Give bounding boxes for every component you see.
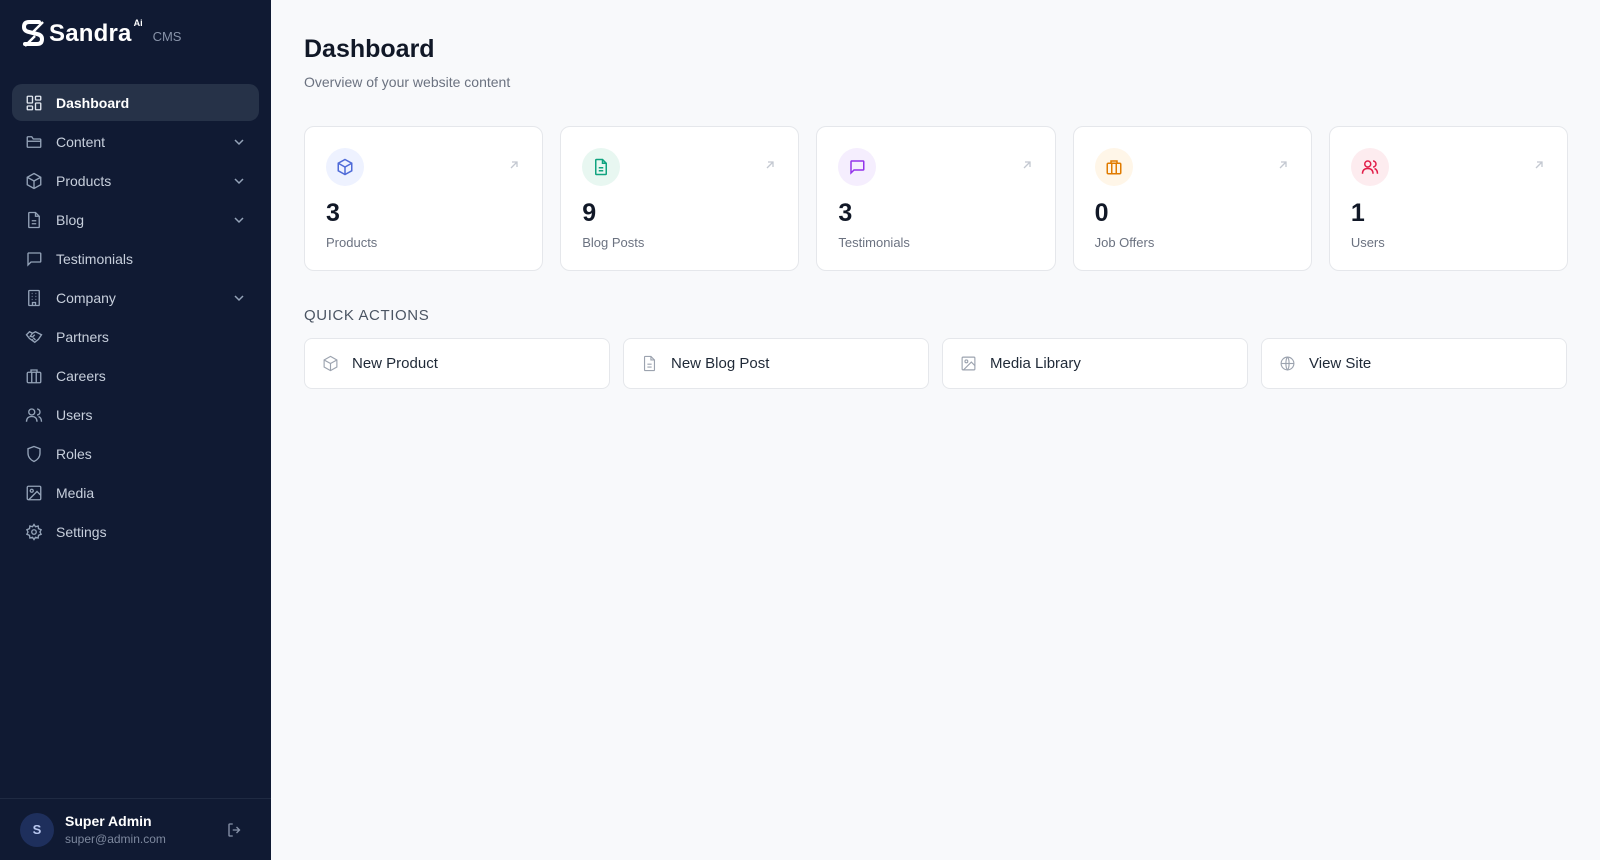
- chat-icon: [25, 250, 43, 268]
- chat-icon: [838, 148, 877, 186]
- chevron-down-icon: [233, 136, 245, 148]
- sidebar-item-label: Company: [56, 289, 116, 306]
- user-email: super@admin.com: [65, 832, 166, 846]
- dashboard-icon: [25, 94, 43, 112]
- box-icon: [326, 148, 364, 186]
- quick-action-label: New Product: [352, 355, 438, 372]
- stat-card-products[interactable]: 3 Products: [304, 126, 544, 271]
- image-icon: [960, 355, 977, 372]
- page-subtitle: Overview of your website content: [304, 74, 511, 90]
- chevron-down-icon: [233, 214, 245, 226]
- chevron-down-icon: [233, 175, 245, 187]
- user-info: Super Admin super@admin.com: [65, 813, 225, 846]
- sidebar-item-label: Media: [56, 484, 95, 501]
- sidebar-item-company[interactable]: Company: [12, 279, 259, 316]
- sidebar-item-label: Blog: [56, 211, 85, 228]
- sidebar-item-label: Roles: [56, 445, 92, 462]
- document-icon: [25, 211, 43, 229]
- brand-sup: Ai: [133, 18, 143, 28]
- sidebar-item-label: Content: [56, 133, 106, 150]
- sidebar-item-label: Dashboard: [56, 94, 130, 111]
- brand-tag: CMS: [152, 28, 182, 44]
- users-icon: [1350, 148, 1389, 186]
- stat-label: Blog Posts: [582, 235, 645, 250]
- new-product-button[interactable]: New Product: [304, 338, 610, 389]
- sidebar-item-careers[interactable]: Careers: [12, 357, 259, 394]
- stat-card-testimonials[interactable]: 3 Testimonials: [816, 126, 1056, 271]
- sidebar-item-products[interactable]: Products: [12, 162, 259, 199]
- brand-name: Sandra: [49, 20, 132, 47]
- stats-row: 3 Products 9 Blog Posts 3 Testimonials 0: [304, 126, 1569, 271]
- stat-value: 9: [582, 199, 597, 227]
- user-profile: S Super Admin super@admin.com: [0, 798, 271, 860]
- arrow-up-right-icon: [1277, 159, 1289, 171]
- document-icon: [641, 355, 658, 372]
- users-icon: [25, 406, 43, 424]
- building-icon: [25, 289, 43, 307]
- stat-label: Testimonials: [838, 235, 910, 250]
- handshake-icon: [25, 328, 43, 346]
- arrow-up-right-icon: [1021, 159, 1033, 171]
- shield-icon: [25, 445, 43, 463]
- sidebar-item-label: Testimonials: [56, 250, 134, 267]
- sidebar-item-label: Careers: [56, 367, 106, 384]
- sidebar-item-blog[interactable]: Blog: [12, 201, 259, 238]
- quick-actions-heading: QUICK ACTIONS: [304, 307, 430, 324]
- arrow-up-right-icon: [764, 159, 776, 171]
- sidebar-item-users[interactable]: Users: [12, 396, 259, 433]
- sidebar: Sandra Ai CMS Dashboard Content Products: [0, 0, 271, 860]
- new-blog-post-button[interactable]: New Blog Post: [623, 338, 929, 389]
- avatar[interactable]: S: [20, 812, 54, 847]
- folder-icon: [25, 133, 43, 151]
- quick-action-label: New Blog Post: [671, 355, 770, 372]
- box-icon: [322, 355, 339, 372]
- stat-label: Job Offers: [1094, 235, 1155, 250]
- quick-action-label: View Site: [1309, 355, 1372, 372]
- sidebar-item-label: Settings: [56, 523, 107, 540]
- main-content: Dashboard Overview of your website conte…: [271, 0, 1600, 860]
- sidebar-item-label: Partners: [56, 328, 109, 345]
- sidebar-item-media[interactable]: Media: [12, 474, 259, 511]
- sidebar-item-label: Products: [56, 172, 112, 189]
- stat-card-blog-posts[interactable]: 9 Blog Posts: [560, 126, 800, 271]
- stat-value: 3: [326, 199, 340, 227]
- sidebar-item-content[interactable]: Content: [12, 123, 259, 160]
- globe-icon: [1279, 355, 1296, 372]
- sidebar-nav: Dashboard Content Products Blog Testimon…: [12, 84, 259, 552]
- gear-icon: [25, 522, 43, 541]
- image-icon: [25, 484, 43, 502]
- view-site-button[interactable]: View Site: [1261, 338, 1567, 389]
- user-name: Super Admin: [65, 813, 152, 829]
- stat-label: Users: [1350, 235, 1385, 250]
- brand-logo[interactable]: Sandra Ai CMS: [21, 18, 181, 50]
- stat-value: 0: [1094, 199, 1109, 227]
- sidebar-item-roles[interactable]: Roles: [12, 435, 259, 472]
- media-library-button[interactable]: Media Library: [942, 338, 1248, 389]
- stat-label: Products: [326, 235, 378, 250]
- logout-icon[interactable]: [225, 820, 245, 840]
- chevron-down-icon: [233, 292, 245, 304]
- page-title: Dashboard: [304, 35, 435, 63]
- quick-actions: New Product New Blog Post Media Library …: [304, 338, 1568, 389]
- sidebar-item-partners[interactable]: Partners: [12, 318, 259, 355]
- sidebar-item-settings[interactable]: Settings: [12, 513, 259, 550]
- sidebar-item-label: Users: [56, 406, 93, 423]
- stat-value: 3: [838, 199, 853, 227]
- document-icon: [582, 148, 621, 186]
- quick-action-label: Media Library: [990, 355, 1081, 372]
- box-icon: [25, 172, 43, 190]
- briefcase-icon: [1094, 148, 1133, 186]
- briefcase-icon: [25, 367, 43, 385]
- stat-card-users[interactable]: 1 Users: [1328, 126, 1569, 271]
- arrow-up-right-icon: [508, 159, 520, 171]
- stat-value: 1: [1350, 199, 1365, 227]
- logo-mark-icon: [21, 19, 47, 49]
- arrow-up-right-icon: [1533, 159, 1545, 171]
- sidebar-item-dashboard[interactable]: Dashboard: [12, 84, 259, 121]
- stat-card-job-offers[interactable]: 0 Job Offers: [1072, 126, 1312, 271]
- sidebar-item-testimonials[interactable]: Testimonials: [12, 240, 259, 277]
